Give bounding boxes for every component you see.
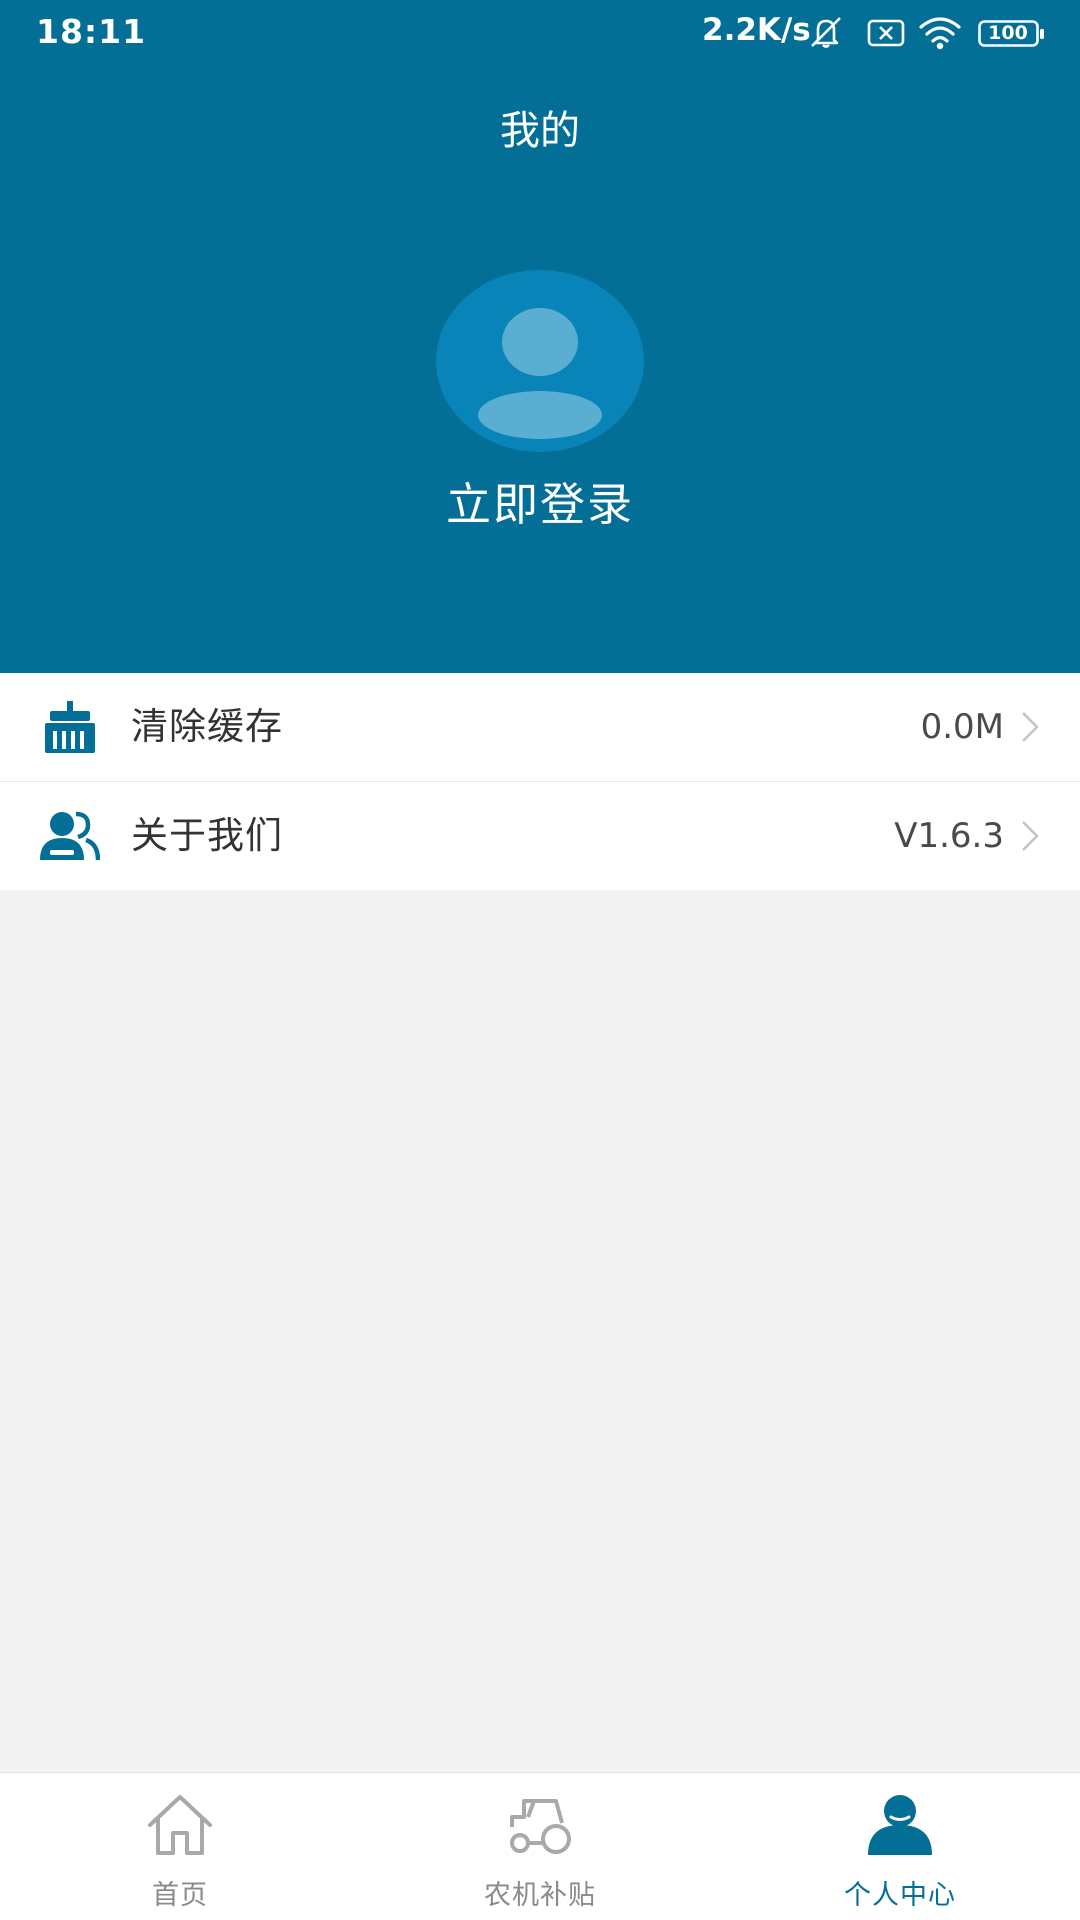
login-button[interactable]: 立即登录 (0, 468, 1080, 533)
status-bar: 18:11 2.2K/s 100 (0, 0, 1080, 68)
about-us-row[interactable]: 关于我们 V1.6.3 (0, 781, 1080, 890)
tab-home[interactable]: 首页 (0, 1773, 360, 1920)
tab-home-label: 首页 (152, 1880, 208, 1911)
clear-cache-row[interactable]: 清除缓存 0.0M (0, 673, 1080, 781)
status-time: 18:11 (36, 12, 147, 51)
battery-icon: 100 (978, 20, 1046, 48)
tab-subsidy[interactable]: 农机补贴 (360, 1773, 720, 1920)
about-us-label: 关于我们 (131, 814, 283, 857)
chevron-right-icon (1022, 712, 1039, 742)
battery-level: 100 (988, 22, 1028, 44)
cache-size-value: 0.0M (920, 707, 1004, 747)
network-speed: 2.2K/s (702, 12, 811, 48)
tab-personal-center[interactable]: 个人中心 (720, 1773, 1080, 1920)
clear-cache-label: 清除缓存 (131, 705, 283, 748)
profile-header: 18:11 2.2K/s 100 我的 立即登录 (0, 0, 1080, 673)
tractor-icon (510, 1799, 571, 1854)
app-version-value: V1.6.3 (894, 816, 1004, 856)
profile-screen: 18:11 2.2K/s 100 我的 立即登录 清除缓存 0.0M 关于我们 … (0, 0, 1080, 1920)
home-icon (148, 1795, 212, 1855)
page-title: 我的 (500, 108, 580, 154)
mute-icon (811, 17, 841, 48)
settings-list: 清除缓存 0.0M 关于我们 V1.6.3 (0, 673, 1080, 890)
tab-subsidy-label: 农机补贴 (484, 1880, 596, 1911)
tab-personal-center-label: 个人中心 (844, 1880, 956, 1911)
chevron-right-icon (1022, 821, 1039, 851)
wifi-icon (919, 17, 961, 50)
avatar-icon[interactable] (436, 270, 644, 452)
person-icon (868, 1795, 932, 1855)
broom-icon (45, 701, 95, 753)
bottom-nav: 首页 农机补贴 个人中心 (0, 1772, 1080, 1920)
sim-off-icon (867, 19, 905, 47)
users-icon (40, 811, 100, 861)
